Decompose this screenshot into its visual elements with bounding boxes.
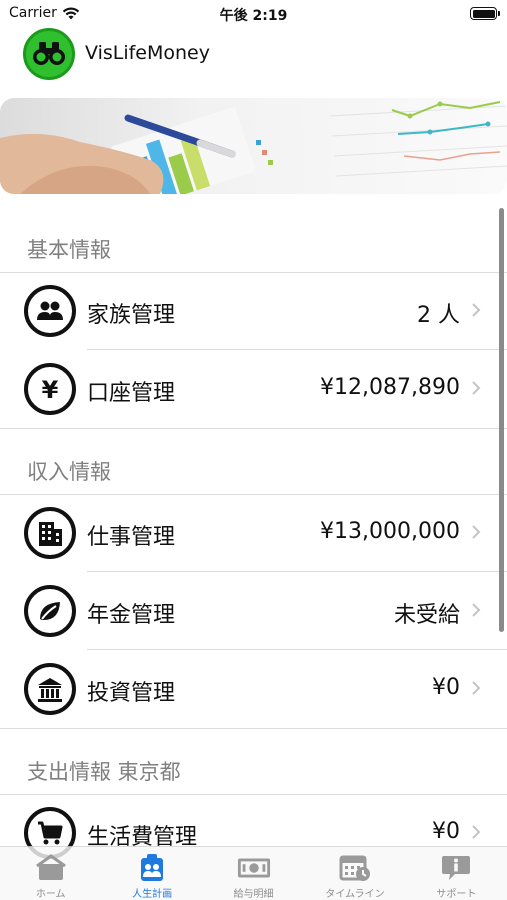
chevron-right-icon — [472, 303, 481, 317]
row-label: 投資管理 — [87, 681, 176, 706]
row-label: 家族管理 — [87, 303, 176, 328]
building-icon — [24, 507, 76, 559]
chevron-right-icon — [472, 381, 481, 395]
row-label: 仕事管理 — [87, 525, 176, 550]
row-work[interactable]: 仕事管理 ¥13,000,000 — [0, 494, 507, 572]
support-icon — [439, 853, 473, 883]
life-plan-icon — [135, 853, 169, 883]
payslip-icon — [237, 853, 271, 883]
section-title: 収入情報 — [27, 460, 111, 484]
status-time: 午後 2:19 — [219, 8, 288, 24]
section-header-income: 収入情報 — [0, 428, 507, 494]
tab-label: タイムライン — [325, 889, 385, 900]
tab-label: 給与明細 — [233, 889, 274, 900]
home-icon — [34, 853, 68, 883]
chevron-right-icon — [472, 681, 481, 695]
tab-timeline[interactable]: タイムライン — [304, 847, 405, 900]
row-investment[interactable]: 投資管理 ¥0 — [0, 650, 507, 728]
tab-label: ホーム — [35, 889, 66, 900]
bank-icon — [24, 663, 76, 715]
binoculars-logo-icon — [23, 28, 75, 80]
tab-home[interactable]: ホーム — [0, 847, 101, 900]
svg-text:¥: ¥ — [42, 376, 59, 403]
app-title: VisLifeMoney — [85, 42, 210, 64]
scroll-indicator[interactable] — [499, 208, 504, 632]
row-value: 2 人 — [417, 303, 460, 328]
row-value: ¥0 — [432, 675, 460, 700]
tab-label: 人生計画 — [132, 889, 173, 900]
settings-list: 基本情報 家族管理 2 人 ¥ 口座管理 ¥12,087,890 収入情報 仕事… — [0, 206, 507, 872]
tab-life-plan[interactable]: 人生計画 — [101, 847, 202, 900]
row-family[interactable]: 家族管理 2 人 — [0, 272, 507, 350]
tab-support[interactable]: サポート — [406, 847, 507, 900]
leaf-icon — [24, 585, 76, 637]
row-account[interactable]: ¥ 口座管理 ¥12,087,890 — [0, 350, 507, 428]
app-header: VisLifeMoney — [0, 28, 507, 80]
chevron-right-icon — [472, 603, 481, 617]
tab-payslip[interactable]: 給与明細 — [203, 847, 304, 900]
row-value: ¥0 — [432, 819, 460, 844]
tab-label: サポート — [436, 889, 477, 900]
chevron-right-icon — [472, 525, 481, 539]
section-header-expense: 支出情報 東京都 — [0, 728, 507, 794]
yen-icon: ¥ — [24, 363, 76, 415]
family-icon — [24, 285, 76, 337]
row-label: 年金管理 — [87, 603, 176, 628]
row-value: ¥13,000,000 — [320, 519, 460, 544]
row-value: 未受給 — [393, 603, 460, 628]
banner-image — [0, 98, 507, 194]
row-pension[interactable]: 年金管理 未受給 — [0, 572, 507, 650]
row-label: 口座管理 — [87, 381, 176, 406]
timeline-icon — [338, 853, 372, 883]
battery-icon — [470, 7, 500, 20]
status-bar: Carrier 午後 2:19 — [0, 0, 507, 28]
section-title: 基本情報 — [27, 238, 111, 262]
row-value: ¥12,087,890 — [320, 375, 460, 400]
section-title: 支出情報 東京都 — [27, 760, 181, 784]
chevron-right-icon — [472, 825, 481, 839]
tab-bar: ホーム 人生計画 給与明細 タイムライン サポート — [0, 846, 507, 900]
section-header-basic: 基本情報 — [0, 206, 507, 272]
